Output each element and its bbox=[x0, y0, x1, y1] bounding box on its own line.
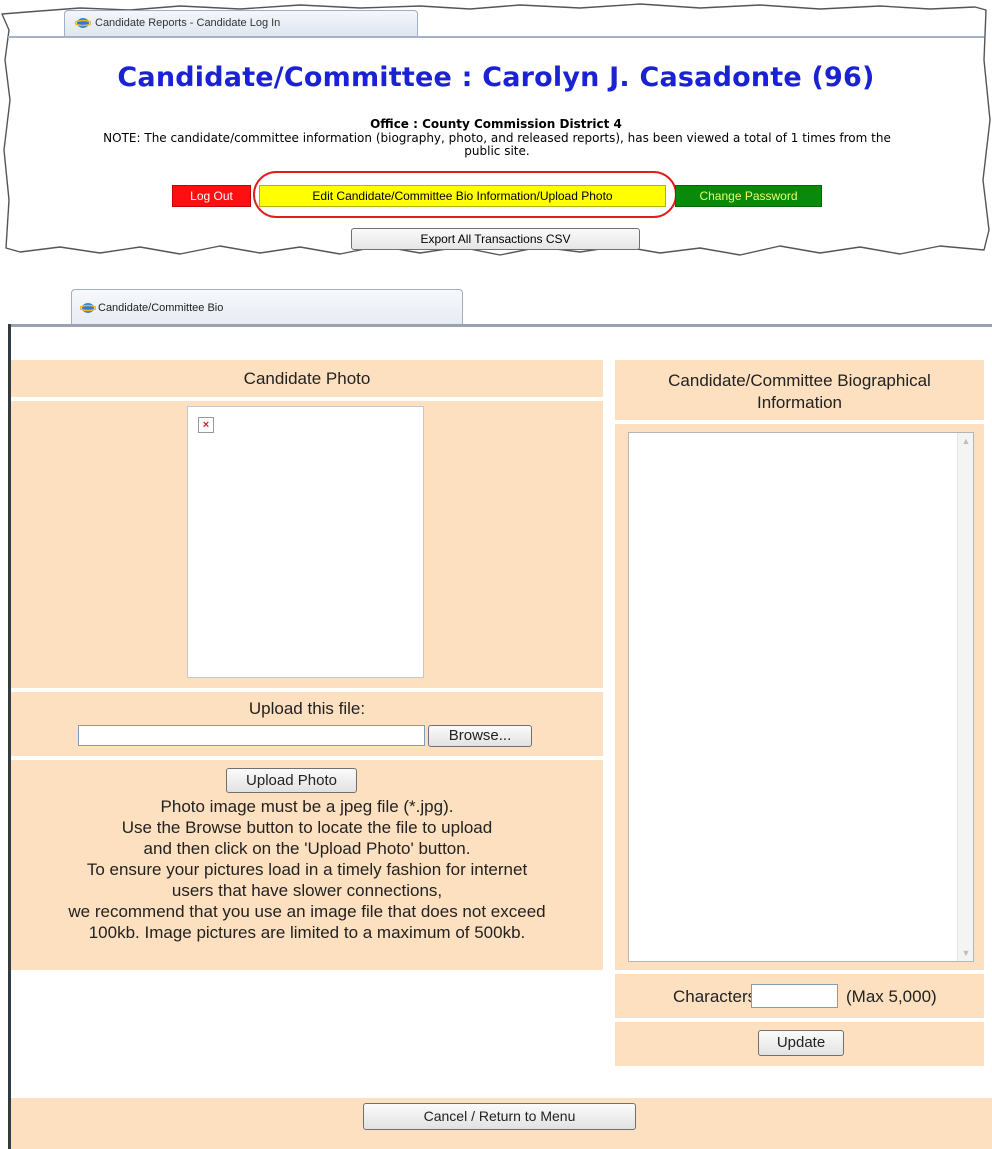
bio-header-line-1: Candidate/Committee Biographical bbox=[668, 371, 931, 390]
ie-icon bbox=[80, 303, 96, 313]
ie-icon bbox=[75, 18, 91, 28]
update-button[interactable]: Update bbox=[758, 1030, 844, 1056]
page-title: Candidate/Committee : Carolyn J. Casadon… bbox=[117, 62, 875, 93]
upload-row: Upload this file: Browse... bbox=[11, 692, 603, 756]
candidate-photo: × bbox=[187, 406, 424, 678]
instruction-line: Use the Browse button to locate the file… bbox=[121, 818, 493, 837]
login-menu-excerpt: Candidate Reports - Candidate Log In Can… bbox=[0, 0, 992, 262]
update-row: Update bbox=[615, 1022, 984, 1066]
upload-photo-button[interactable]: Upload Photo bbox=[226, 768, 357, 793]
max-characters-label: (Max 5,000) bbox=[846, 987, 937, 1006]
footer-bar: Cancel / Return to Menu bbox=[11, 1098, 992, 1149]
window-top-border bbox=[8, 324, 992, 327]
characters-label: Characters bbox=[673, 987, 757, 1006]
instruction-line: and then click on the 'Upload Photo' but… bbox=[143, 839, 471, 858]
instruction-line: 100kb. Image pictures are limited to a m… bbox=[88, 923, 526, 942]
upload-instructions: Photo image must be a jpeg file (*.jpg).… bbox=[11, 796, 603, 943]
bio-header-line-2: Information bbox=[756, 393, 843, 412]
browser-tab-bio[interactable]: Candidate/Committee Bio bbox=[71, 289, 463, 324]
characters-count-field[interactable] bbox=[751, 984, 838, 1008]
candidate-photo-header: Candidate Photo bbox=[11, 360, 603, 397]
instruction-line: we recommend that you use an image file … bbox=[68, 902, 546, 921]
characters-row: Characters (Max 5,000) bbox=[615, 974, 984, 1018]
change-password-button[interactable]: Change Password bbox=[675, 185, 822, 207]
upload-label: Upload this file: bbox=[248, 699, 366, 718]
office-label: Office : County Commission District 4 bbox=[370, 117, 622, 131]
logout-button[interactable]: Log Out bbox=[172, 185, 251, 207]
export-csv-button[interactable]: Export All Transactions CSV bbox=[351, 228, 640, 250]
browse-button[interactable]: Browse... bbox=[428, 725, 532, 747]
file-path-input[interactable] bbox=[78, 725, 425, 746]
bio-area: ▲ ▼ bbox=[615, 424, 984, 970]
broken-image-icon: × bbox=[198, 417, 214, 433]
browser-tab-bio-label: Candidate/Committee Bio bbox=[98, 302, 224, 314]
instruction-line: To ensure your pictures load in a timely… bbox=[86, 860, 528, 879]
view-count-note: NOTE: The candidate/committee informatio… bbox=[12, 132, 982, 158]
instruction-line: Photo image must be a jpeg file (*.jpg). bbox=[160, 797, 454, 816]
browser-tab-login[interactable]: Candidate Reports - Candidate Log In bbox=[64, 10, 418, 36]
bio-scrollbar[interactable]: ▲ ▼ bbox=[957, 433, 973, 961]
scroll-up-icon[interactable]: ▲ bbox=[958, 433, 974, 449]
note-line-2: public site. bbox=[464, 144, 530, 158]
scroll-down-icon[interactable]: ▼ bbox=[958, 945, 974, 961]
cancel-return-button[interactable]: Cancel / Return to Menu bbox=[363, 1103, 636, 1130]
upload-instructions-block: Upload Photo Photo image must be a jpeg … bbox=[11, 760, 603, 970]
bio-textarea[interactable] bbox=[628, 432, 974, 962]
instruction-line: users that have slower connections, bbox=[171, 881, 443, 900]
bio-header: Candidate/Committee Biographical Informa… bbox=[615, 360, 984, 420]
edit-bio-button[interactable]: Edit Candidate/Committee Bio Information… bbox=[259, 185, 666, 207]
browser-tab-login-label: Candidate Reports - Candidate Log In bbox=[95, 17, 281, 29]
photo-area: × bbox=[11, 401, 603, 688]
